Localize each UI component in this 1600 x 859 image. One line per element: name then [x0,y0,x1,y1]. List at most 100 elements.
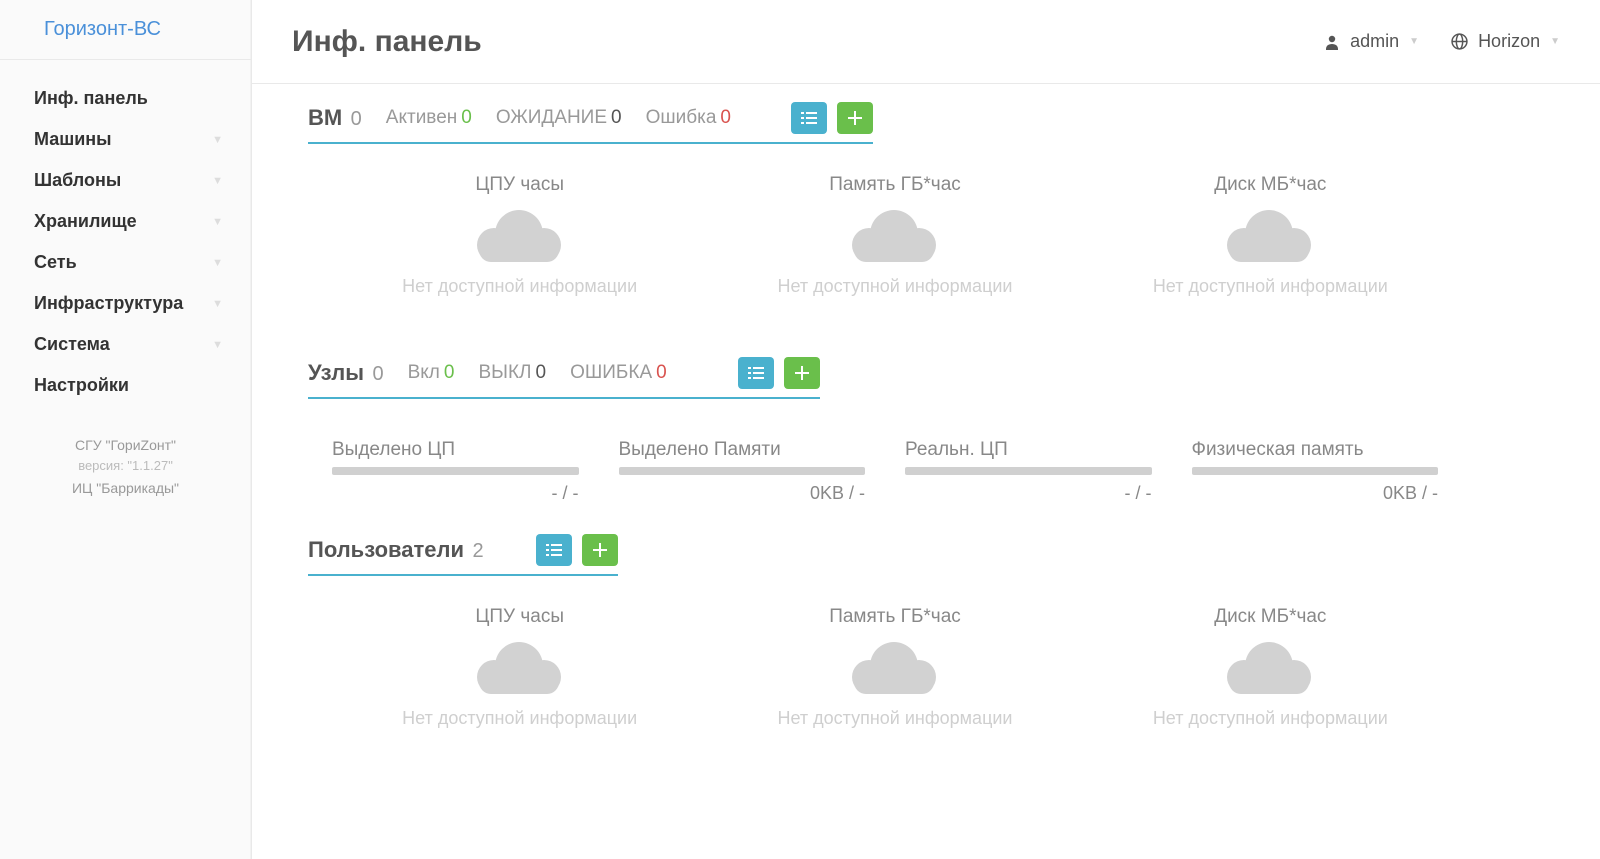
progress-track [332,467,579,475]
nodes-section: Узлы 0 Вкл0 ВЫКЛ0 ОШИБКА0 [308,357,1560,504]
users-add-button[interactable] [582,534,618,566]
plus-icon [593,543,607,557]
users-header: Пользователи 2 [308,534,618,576]
bar-label: Выделено Памяти [619,439,866,461]
nav-label: Машины [34,129,112,150]
brand-logo[interactable]: Горизонт-ВС [0,0,251,60]
chart-label: Память ГБ*час [707,606,1082,628]
vm-chart-mem: Память ГБ*час Нет доступной информации [707,174,1082,297]
nav-storage[interactable]: Хранилище ▼ [0,201,251,242]
nav: Инф. панель Машины ▼ Шаблоны ▼ Хранилище… [0,60,251,424]
bar-alloc-cpu: Выделено ЦП - / - [332,439,579,504]
vm-list-button[interactable] [791,102,827,134]
footer-line: ИЦ "Баррикады" [0,477,251,499]
nav-system[interactable]: Система ▼ [0,324,251,365]
chevron-down-icon: ▼ [212,298,223,310]
nav-label: Система [34,334,110,355]
globe-icon [1451,33,1468,50]
nodes-stat-error: ОШИБКА0 [570,362,667,384]
bar-label: Реальн. ЦП [905,439,1152,461]
chevron-down-icon: ▼ [212,175,223,187]
chevron-down-icon: ▼ [1550,36,1560,47]
nodes-count: 0 [372,363,383,385]
list-icon [801,112,817,124]
vm-stat-error: Ошибка0 [646,107,731,129]
footer-line: СГУ "ГориZонт" [0,434,251,456]
topbar: Инф. панель admin ▼ Horizon ▼ [252,0,1600,84]
bar-value: - / - [905,483,1152,504]
users-chart-cpu: ЦПУ часы Нет доступной информации [332,606,707,729]
chart-label: ЦПУ часы [332,174,707,196]
bar-phys-mem: Физическая память 0KB / - [1192,439,1439,504]
nodes-stat-on: Вкл0 [408,362,455,384]
chart-label: Диск МБ*час [1083,606,1458,628]
sidebar: Горизонт-ВС Инф. панель Машины ▼ Шаблоны… [0,0,252,859]
vm-charts: ЦПУ часы Нет доступной информации Память… [308,174,1458,297]
vm-add-button[interactable] [837,102,873,134]
cloud-icon [840,206,950,266]
vm-section: ВМ 0 Активен0 ОЖИДАНИЕ0 Ошибка0 [308,102,1560,297]
bar-value: 0KB / - [1192,483,1439,504]
nodes-header: Узлы 0 Вкл0 ВЫКЛ0 ОШИБКА0 [308,357,820,399]
cloud-icon [465,206,575,266]
users-section: Пользователи 2 ЦПУ часы [308,534,1560,729]
chevron-down-icon: ▼ [212,134,223,146]
page-title: Инф. панель [292,25,482,59]
plus-icon [848,111,862,125]
nodes-title[interactable]: Узлы [308,360,364,385]
nodes-list-button[interactable] [738,357,774,389]
bar-value: 0KB / - [619,483,866,504]
bar-value: - / - [332,483,579,504]
user-icon [1324,34,1340,50]
no-info-text: Нет доступной информации [707,276,1082,297]
nav-label: Хранилище [34,211,137,232]
users-charts: ЦПУ часы Нет доступной информации Память… [308,606,1458,729]
user-menu[interactable]: admin ▼ [1324,31,1419,52]
main: Инф. панель admin ▼ Horizon ▼ [252,0,1600,859]
nav-network[interactable]: Сеть ▼ [0,242,251,283]
users-title[interactable]: Пользователи [308,537,464,562]
progress-track [1192,467,1439,475]
progress-track [905,467,1152,475]
users-list-button[interactable] [536,534,572,566]
user-name: admin [1350,31,1399,52]
nav-dashboard[interactable]: Инф. панель [0,78,251,119]
sidebar-footer: СГУ "ГориZонт" версия: "1.1.27" ИЦ "Барр… [0,434,251,500]
nav-settings[interactable]: Настройки [0,365,251,406]
chevron-down-icon: ▼ [1409,36,1419,47]
list-icon [748,367,764,379]
nav-label: Инфраструктура [34,293,183,314]
bar-real-cpu: Реальн. ЦП - / - [905,439,1152,504]
no-info-text: Нет доступной информации [332,708,707,729]
progress-track [619,467,866,475]
vm-count: 0 [351,108,362,130]
nodes-add-button[interactable] [784,357,820,389]
no-info-text: Нет доступной информации [1083,708,1458,729]
vm-title[interactable]: ВМ [308,105,342,130]
footer-version: версия: "1.1.27" [0,456,251,477]
cloud-icon [840,638,950,698]
cloud-icon [465,638,575,698]
nodes-bars: Выделено ЦП - / - Выделено Памяти 0KB / … [308,439,1438,504]
vm-header: ВМ 0 Активен0 ОЖИДАНИЕ0 Ошибка0 [308,102,873,144]
chart-label: ЦПУ часы [332,606,707,628]
cloud-icon [1215,638,1325,698]
nav-infrastructure[interactable]: Инфраструктура ▼ [0,283,251,324]
nav-label: Шаблоны [34,170,121,191]
vm-stat-pending: ОЖИДАНИЕ0 [496,107,622,129]
plus-icon [795,366,809,380]
chevron-down-icon: ▼ [212,339,223,351]
bar-label: Физическая память [1192,439,1439,461]
content: ВМ 0 Активен0 ОЖИДАНИЕ0 Ошибка0 [252,84,1600,859]
vm-chart-cpu: ЦПУ часы Нет доступной информации [332,174,707,297]
chart-label: Память ГБ*час [707,174,1082,196]
chevron-down-icon: ▼ [212,257,223,269]
nav-templates[interactable]: Шаблоны ▼ [0,160,251,201]
no-info-text: Нет доступной информации [332,276,707,297]
chevron-down-icon: ▼ [212,216,223,228]
nav-machines[interactable]: Машины ▼ [0,119,251,160]
vm-chart-disk: Диск МБ*час Нет доступной информации [1083,174,1458,297]
bar-alloc-mem: Выделено Памяти 0KB / - [619,439,866,504]
zone-menu[interactable]: Horizon ▼ [1451,31,1560,52]
bar-label: Выделено ЦП [332,439,579,461]
